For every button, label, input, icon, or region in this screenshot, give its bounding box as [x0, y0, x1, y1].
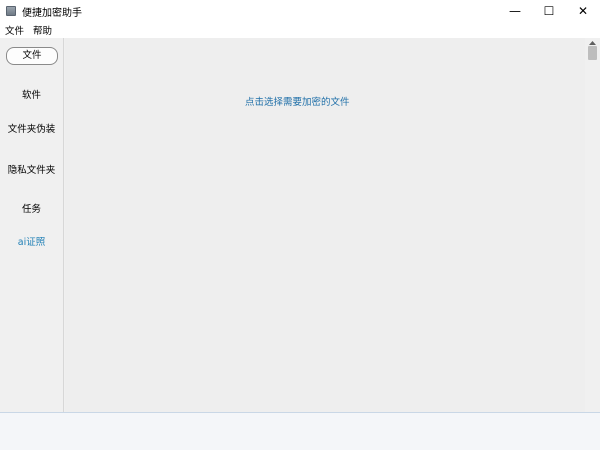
sidebar-item-private-folder[interactable]: 隐私文件夹	[0, 162, 63, 176]
menu-bar: 文件 帮助	[0, 22, 600, 38]
maximize-button[interactable]: ☐	[532, 0, 566, 22]
window-controls: — ☐ ✕	[498, 0, 600, 22]
main-panel: 点击选择需要加密的文件	[65, 38, 585, 412]
minimize-button[interactable]: —	[498, 0, 532, 22]
sidebar-item-software[interactable]: 软件	[0, 87, 63, 101]
scroll-thumb[interactable]	[588, 46, 597, 60]
sidebar: 文件 软件 文件夹伪装 隐私文件夹 任务 ai证照	[0, 38, 64, 412]
close-icon: ✕	[577, 4, 589, 18]
menu-help[interactable]: 帮助	[28, 23, 56, 37]
sidebar-item-ai-id-photo[interactable]: ai证照	[0, 234, 63, 248]
window-title: 便捷加密助手	[22, 7, 82, 19]
sidebar-item-file[interactable]: 文件	[6, 47, 58, 65]
scroll-up-icon[interactable]	[585, 39, 600, 46]
status-bar	[0, 412, 600, 450]
menu-file[interactable]: 文件	[0, 23, 28, 37]
sidebar-item-tasks[interactable]: 任务	[0, 201, 63, 215]
close-button[interactable]: ✕	[566, 0, 600, 22]
title-bar: 便捷加密助手 — ☐ ✕	[0, 0, 600, 22]
sidebar-item-folder-disguise[interactable]: 文件夹伪装	[0, 121, 63, 135]
app-icon	[6, 6, 16, 16]
minimize-icon: —	[509, 4, 521, 18]
maximize-icon: ☐	[543, 4, 555, 18]
vertical-scrollbar[interactable]	[585, 38, 600, 412]
select-file-link[interactable]: 点击选择需要加密的文件	[245, 94, 350, 108]
